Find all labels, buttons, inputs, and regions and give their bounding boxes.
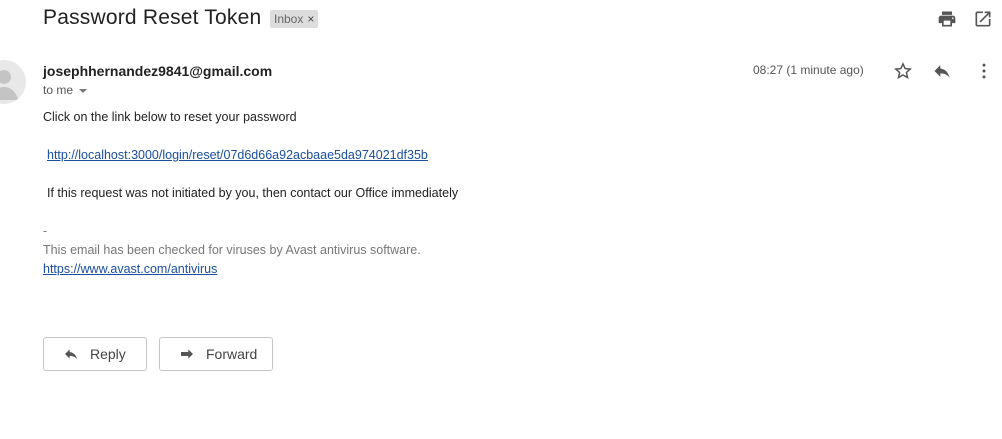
star-icon[interactable] — [893, 61, 913, 81]
body-intro: Click on the link below to reset your pa… — [43, 110, 297, 124]
reply-icon — [65, 349, 77, 360]
inbox-label-chip: Inbox × — [270, 10, 319, 28]
recipient-label: to me — [43, 83, 74, 97]
signature-text: This email has been checked for viruses … — [43, 243, 421, 257]
forward-button[interactable]: Forward — [159, 337, 273, 371]
reply-button[interactable]: Reply — [43, 337, 147, 371]
sender-email: josephhernandez9841@gmail.com — [43, 63, 273, 79]
email-view: Password Reset Token Inbox × josephherna… — [0, 0, 1002, 439]
email-timestamp: 08:27 (1 minute ago) — [753, 63, 864, 77]
print-icon[interactable] — [937, 9, 957, 29]
label-text: Inbox — [274, 12, 304, 26]
open-in-new-window-icon[interactable] — [973, 9, 993, 29]
avast-link[interactable]: https://www.avast.com/antivirus — [43, 262, 217, 276]
reply-icon[interactable] — [932, 61, 952, 81]
body-notice: If this request was not initiated by you… — [47, 186, 459, 200]
recipient-dropdown[interactable]: to me — [43, 83, 88, 97]
remove-label-icon[interactable]: × — [307, 10, 314, 28]
reply-button-label: Reply — [90, 346, 126, 362]
forward-icon — [181, 349, 193, 359]
reset-password-link[interactable]: http://localhost:3000/login/reset/07d6d6… — [47, 148, 428, 162]
person-avatar-icon — [0, 70, 18, 100]
email-subject: Password Reset Token — [43, 6, 262, 29]
more-vertical-icon[interactable] — [974, 61, 994, 81]
avatar — [0, 60, 26, 104]
forward-button-label: Forward — [206, 346, 258, 362]
chevron-down-icon — [79, 88, 88, 93]
